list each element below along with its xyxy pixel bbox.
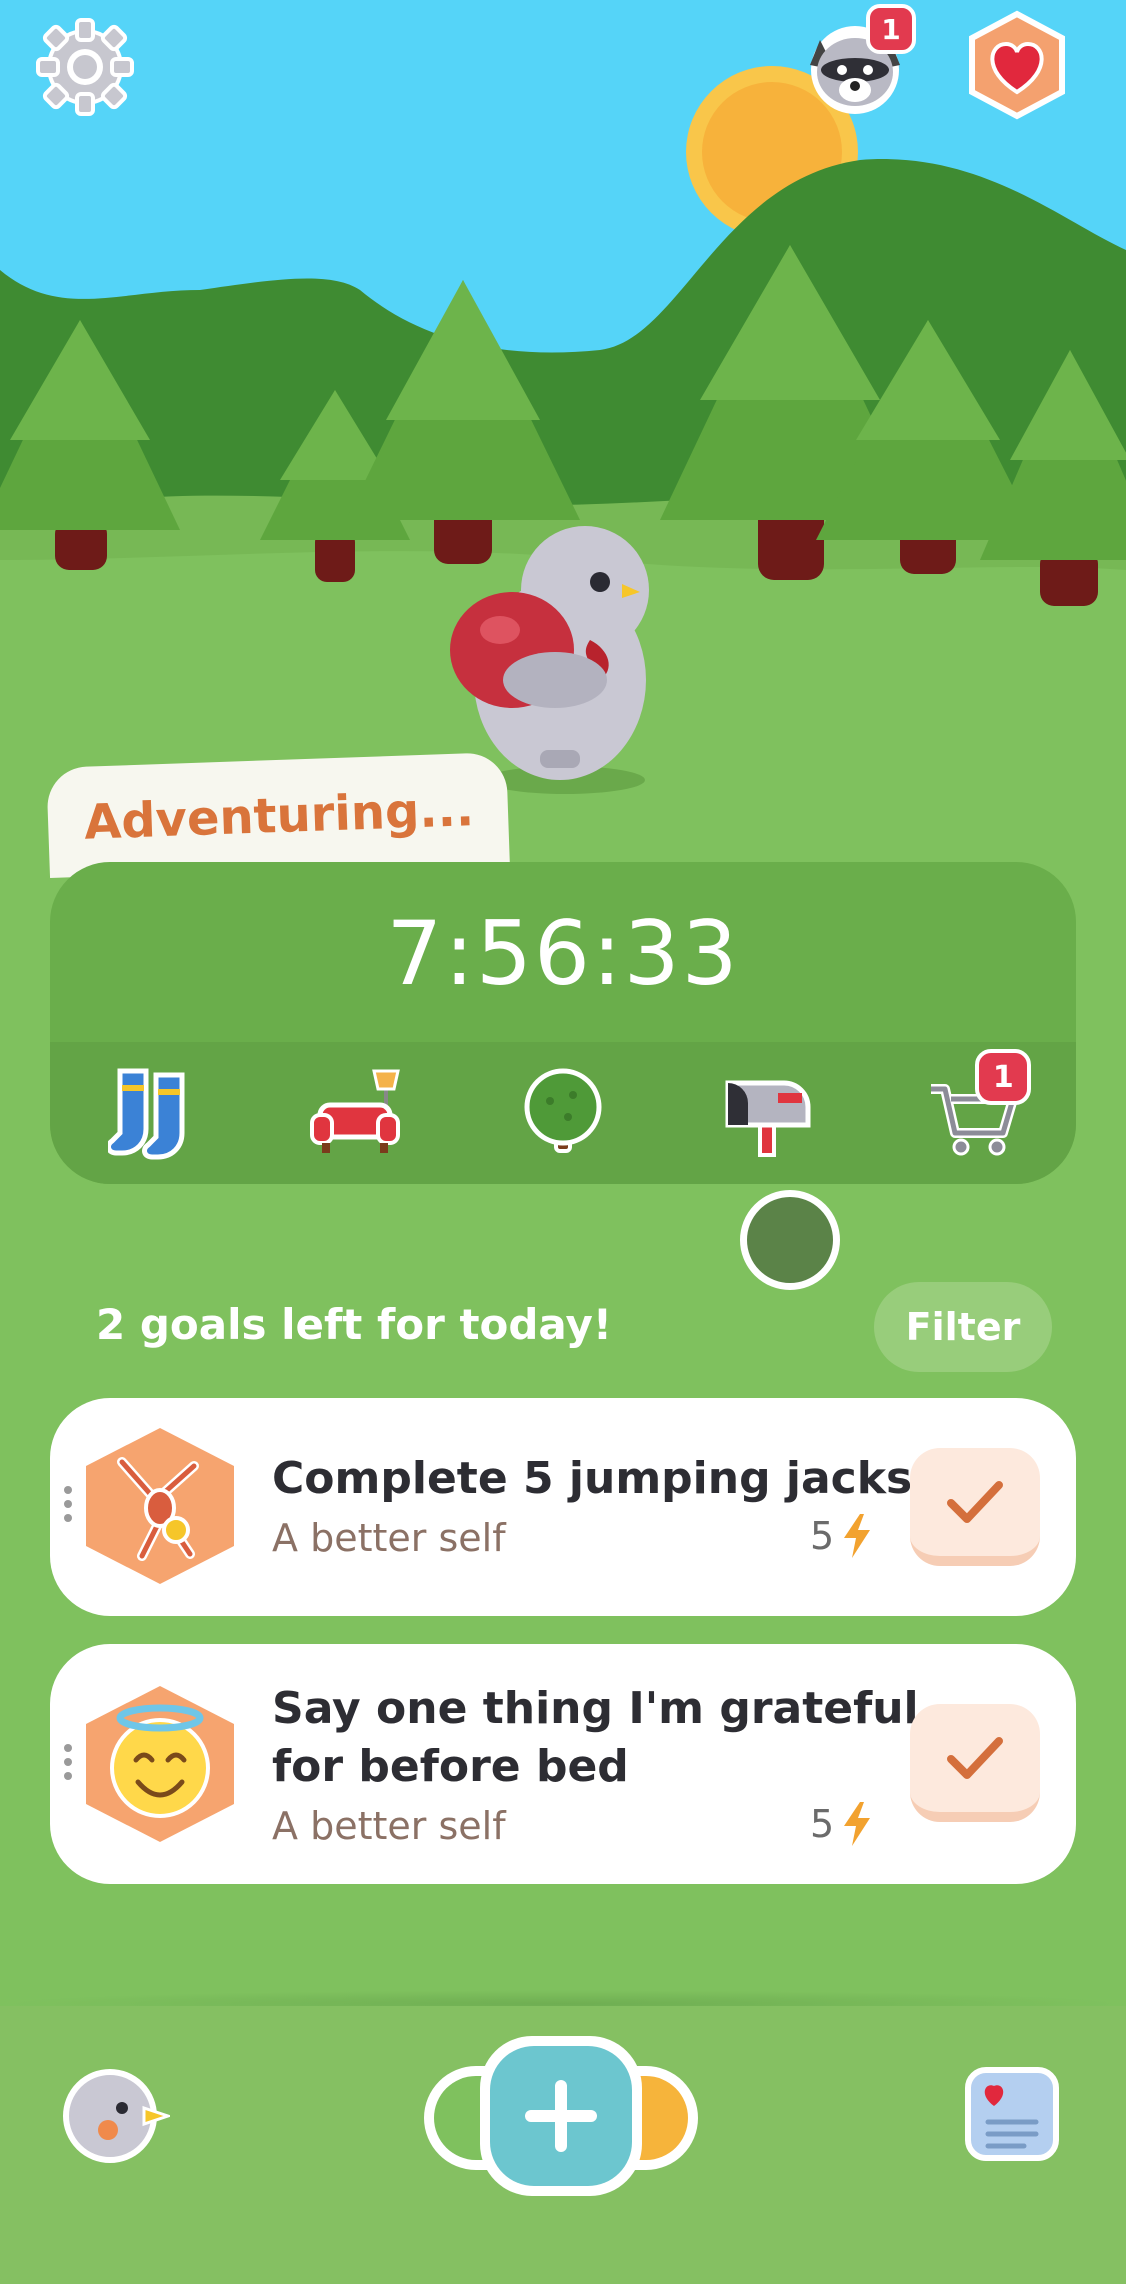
status-label: Adventuring... [83,781,475,851]
add-goal-button[interactable] [418,2030,704,2202]
socks-icon [107,1068,185,1160]
profile-button[interactable] [60,2066,173,2166]
health-button[interactable] [962,10,1072,120]
mailbox-icon [725,1080,811,1157]
journal-icon [965,2067,1059,2161]
goal-category: A better self [272,1516,506,1560]
jumping-jack-icon [86,1428,234,1584]
lightning-icon [844,1514,871,1558]
plus-icon [424,2036,698,2196]
checkmark-icon [947,1737,1003,1779]
goal-points: 5 [810,1514,874,1558]
status-tab: Adventuring... [46,752,510,878]
timer-panel: 7:56:33 1 [50,862,1076,1184]
smiling-angel-icon [86,1686,234,1842]
friend-button[interactable]: 1 [800,4,916,120]
heart-icon [969,10,1065,120]
goal-points-value: 5 [810,1514,835,1558]
goal-title: Say one thing I'm grateful for before be… [272,1680,919,1796]
adventure-timer: 7:56:33 [386,902,740,1005]
complete-goal-button[interactable] [910,1448,1040,1566]
floating-indicator[interactable] [740,1190,840,1290]
bird-avatar-icon [63,2069,173,2163]
shop-button[interactable]: 1 [923,1049,1032,1163]
complete-goal-button[interactable] [910,1704,1040,1822]
goal-title: Complete 5 jumping jacks [272,1453,913,1504]
lightning-icon [844,1802,871,1846]
filter-button[interactable]: Filter [874,1282,1052,1372]
journal-button[interactable] [964,2066,1060,2162]
checkmark-icon [947,1481,1003,1523]
tree-button[interactable] [513,1063,613,1163]
sofa-button[interactable] [308,1063,408,1163]
sofa-icon [309,1069,400,1153]
adventure-scene [0,0,1126,800]
settings-button[interactable] [32,14,138,120]
item-row: 1 [50,1042,1076,1184]
notification-badge: 1 [866,4,916,54]
goal-points: 5 [810,1802,874,1846]
goal-card[interactable]: Complete 5 jumping jacks A better self 5 [50,1398,1076,1616]
drag-handle-icon[interactable] [64,1744,74,1780]
goal-title-line: Say one thing I'm grateful [272,1683,919,1734]
drag-handle-icon[interactable] [64,1486,74,1522]
tree-icon [524,1068,602,1153]
goals-count-heading: 2 goals left for today! [96,1300,613,1349]
mailbox-button[interactable] [718,1063,818,1163]
goal-card[interactable]: Say one thing I'm grateful for before be… [50,1644,1076,1884]
goal-points-value: 5 [810,1802,835,1846]
goal-title-line: for before bed [272,1741,629,1792]
bottom-nav [0,2006,1126,2284]
socks-button[interactable] [103,1063,203,1163]
goal-category: A better self [272,1804,506,1848]
gear-icon [36,18,134,116]
shop-badge: 1 [975,1049,1032,1105]
